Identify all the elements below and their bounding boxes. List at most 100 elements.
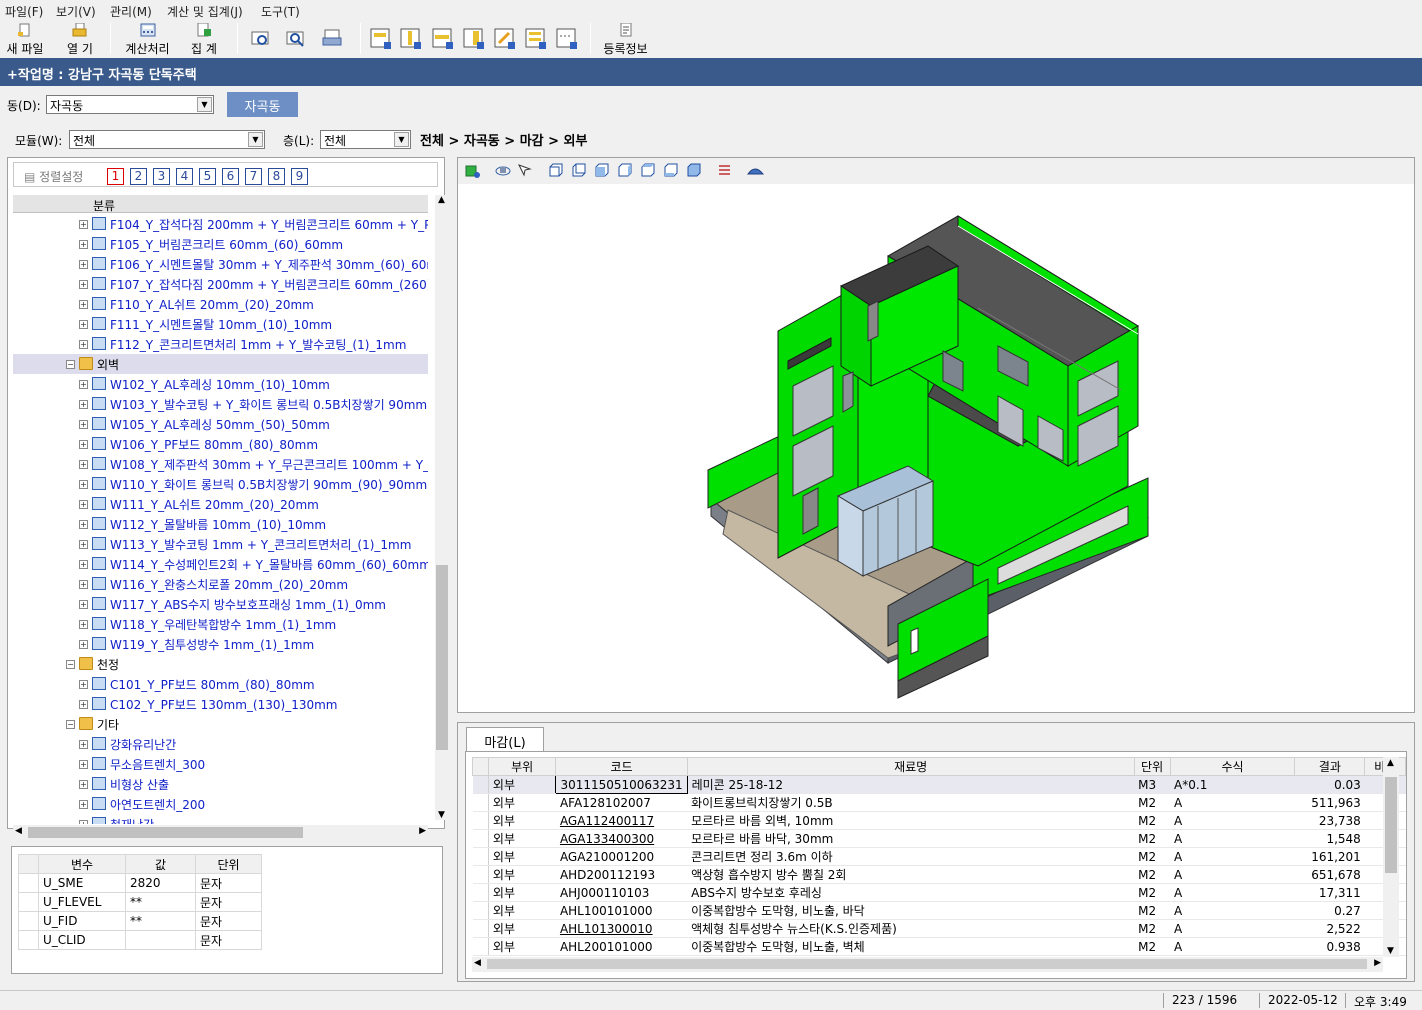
- result-cell[interactable]: 17,311: [1294, 883, 1365, 902]
- expand-icon[interactable]: +: [79, 800, 88, 809]
- expand-icon[interactable]: +: [79, 640, 88, 649]
- grid-row[interactable]: 외부 3011150510063231 레미콘 25-18-12 M3 A*0.1 0.0…: [472, 775, 1406, 794]
- tree-item[interactable]: + F110_Y_AL쉬트 20mm_(20)_20mm: [13, 294, 428, 314]
- menu-view[interactable]: 보기(V): [56, 3, 96, 20]
- tree-item[interactable]: + W114_Y_수성페인트2회 + Y_몰탈바름 60mm_(60)_60mm: [13, 554, 428, 574]
- result-cell[interactable]: 0.27: [1294, 901, 1365, 920]
- grid-row[interactable]: 외부 AHD200112193 액상형 흡수방지 방수 뿜칠 2회 M2 A 651,67…: [472, 865, 1406, 884]
- pan-icon[interactable]: [516, 162, 533, 179]
- unit-cell[interactable]: M2: [1134, 937, 1171, 956]
- tree-folder-item[interactable]: − 천정: [13, 654, 428, 674]
- formula-cell[interactable]: A: [1170, 937, 1295, 956]
- unit-cell[interactable]: M2: [1134, 847, 1171, 866]
- tree-item[interactable]: + 무소음트렌치_300: [13, 754, 428, 774]
- tab-finish[interactable]: 마감(L): [466, 727, 544, 751]
- unit-cell[interactable]: M2: [1134, 829, 1171, 848]
- result-cell[interactable]: 23,738: [1294, 811, 1365, 830]
- terrain-icon[interactable]: [747, 162, 764, 179]
- tree-item[interactable]: + 철재난간: [13, 814, 428, 824]
- expand-icon[interactable]: +: [79, 460, 88, 469]
- expand-icon[interactable]: +: [79, 520, 88, 529]
- material-col-header[interactable]: 재료명: [686, 757, 1135, 776]
- result-cell[interactable]: 0.03: [1294, 775, 1365, 794]
- tree-item[interactable]: + F111_Y_시멘트몰탈 10mm_(10)_10mm: [13, 314, 428, 334]
- collapse-icon[interactable]: −: [66, 720, 75, 729]
- chevron-down-icon[interactable]: ▼: [394, 132, 409, 147]
- grid-row[interactable]: 외부 AGA133400300 모르타르 바름 바닥, 30mm M2 A 1,548: [472, 829, 1406, 848]
- code-cell[interactable]: AGA133400300: [555, 829, 688, 848]
- expand-icon[interactable]: +: [79, 700, 88, 709]
- tree-item[interactable]: + W118_Y_우레탄복합방수 1mm_(1)_1mm: [13, 614, 428, 634]
- variable-name[interactable]: U_SME: [38, 873, 126, 893]
- tree-item[interactable]: + W112_Y_몰탈바름 10mm_(10)_10mm: [13, 514, 428, 534]
- view-right-icon[interactable]: [616, 162, 633, 179]
- tree-item[interactable]: + W105_Y_AL후레싱 50mm_(50)_50mm: [13, 414, 428, 434]
- variable-name[interactable]: U_CLID: [38, 930, 126, 950]
- zoom-window-icon[interactable]: [250, 26, 272, 50]
- tree-item[interactable]: + W110_Y_화이트 롱브릭 0.5B치장쌓기 90mm_(90)_90mm: [13, 474, 428, 494]
- list-icon[interactable]: [716, 162, 733, 179]
- variable-value[interactable]: 2820: [125, 873, 196, 893]
- dong-tab[interactable]: 자곡동: [227, 92, 298, 117]
- grid-horizontal-scrollbar[interactable]: ◀ ▶: [472, 957, 1383, 972]
- tree-item[interactable]: + F104_Y_잡석다짐 200mm + Y_버림콘크리트 60mm + Y_P…: [13, 214, 428, 234]
- material-cell[interactable]: 모르타르 바름 바닥, 30mm: [687, 829, 1135, 848]
- report-icon-5[interactable]: [525, 26, 547, 50]
- variable-value[interactable]: **: [125, 911, 196, 931]
- formula-cell[interactable]: A: [1170, 847, 1295, 866]
- scroll-right-icon[interactable]: ▶: [419, 826, 426, 836]
- formula-cell[interactable]: A: [1170, 865, 1295, 884]
- sort-level-3[interactable]: 3: [153, 168, 170, 185]
- grid-row[interactable]: 외부 AHL101300010 액체형 침투성방수 뉴스타(K.S.인증제품) M2 A…: [472, 919, 1406, 938]
- tree-item[interactable]: + W106_Y_PF보드 80mm_(80)_80mm: [13, 434, 428, 454]
- expand-icon[interactable]: +: [79, 580, 88, 589]
- zoom-icon[interactable]: [285, 26, 307, 50]
- unit-cell[interactable]: M2: [1134, 865, 1171, 884]
- report-icon-3[interactable]: [432, 26, 454, 50]
- variable-value[interactable]: **: [125, 892, 196, 912]
- material-cell[interactable]: 액상형 흡수방지 방수 뿜칠 2회: [687, 865, 1135, 884]
- code-cell[interactable]: AGA210001200: [555, 847, 688, 866]
- expand-icon[interactable]: +: [79, 540, 88, 549]
- register-info-button[interactable]: 등록정보: [598, 20, 653, 57]
- tree-item[interactable]: + 비형상 산출: [13, 774, 428, 794]
- open-button[interactable]: 열 기: [58, 20, 102, 57]
- scroll-up-icon[interactable]: ▲: [438, 195, 445, 205]
- collapse-icon[interactable]: −: [66, 360, 75, 369]
- report-icon-1[interactable]: [370, 26, 392, 50]
- formula-cell[interactable]: A: [1170, 883, 1295, 902]
- print-preview-icon[interactable]: [321, 26, 343, 50]
- expand-icon[interactable]: +: [79, 500, 88, 509]
- material-cell[interactable]: 콘크리트면 정리 3.6m 이하: [687, 847, 1135, 866]
- tree-item[interactable]: + F112_Y_콘크리트면처리 1mm + Y_발수코팅_(1)_1mm: [13, 334, 428, 354]
- sort-level-8[interactable]: 8: [268, 168, 285, 185]
- expand-icon[interactable]: +: [79, 760, 88, 769]
- result-cell[interactable]: 0.938: [1294, 937, 1365, 956]
- view-front-icon[interactable]: [547, 162, 564, 179]
- grid-row[interactable]: 외부 AHJ000110103 ABS수지 방수보호 후레싱 M2 A 17,311: [472, 883, 1406, 902]
- formula-cell[interactable]: A*0.1: [1170, 775, 1295, 794]
- chevron-down-icon[interactable]: ▼: [197, 97, 212, 112]
- formula-cell[interactable]: A: [1170, 919, 1295, 938]
- tree-item[interactable]: + W108_Y_제주판석 30mm + Y_무근콘크리트 100mm + Y_우: [13, 454, 428, 474]
- expand-icon[interactable]: +: [79, 600, 88, 609]
- result-cell[interactable]: 511,963: [1294, 793, 1365, 812]
- result-cell[interactable]: 651,678: [1294, 865, 1365, 884]
- code-cell[interactable]: AHL100101000: [555, 901, 688, 920]
- tree-item[interactable]: + F106_Y_시멘트몰탈 30mm + Y_제주판석 30mm_(60)_60…: [13, 254, 428, 274]
- grid-row[interactable]: 외부 AHL200101000 이중복합방수 도막형, 비노출, 벽체 M2 A 0.93…: [472, 937, 1406, 956]
- material-cell[interactable]: 레미콘 25-18-12: [687, 775, 1135, 794]
- scroll-down-icon[interactable]: ▼: [1387, 946, 1394, 956]
- part-cell[interactable]: 외부: [488, 847, 556, 866]
- tree-item[interactable]: + W119_Y_침투성방수 1mm_(1)_1mm: [13, 634, 428, 654]
- part-cell[interactable]: 외부: [488, 829, 556, 848]
- part-cell[interactable]: 외부: [488, 865, 556, 884]
- variable-value[interactable]: [125, 930, 196, 950]
- scroll-thumb[interactable]: [487, 959, 1367, 969]
- grid-row[interactable]: 외부 AGA210001200 콘크리트면 정리 3.6m 이하 M2 A 161,201: [472, 847, 1406, 866]
- part-cell[interactable]: 외부: [488, 937, 556, 956]
- result-cell[interactable]: 1,548: [1294, 829, 1365, 848]
- scroll-right-icon[interactable]: ▶: [1374, 958, 1381, 968]
- code-cell[interactable]: 3011150510063231: [555, 775, 688, 794]
- chevron-down-icon[interactable]: ▼: [248, 132, 263, 147]
